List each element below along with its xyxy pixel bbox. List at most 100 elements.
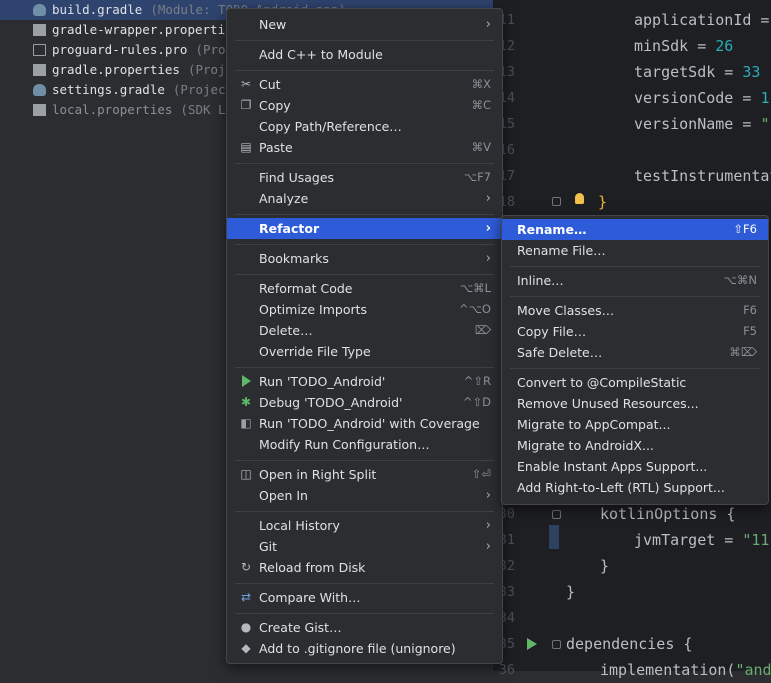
code-line: targetSdk = 33 xyxy=(634,63,761,81)
coverage-icon: ◧ xyxy=(240,416,252,430)
menu-separator xyxy=(235,163,494,164)
menu-separator xyxy=(235,367,494,368)
menu-item-open-in[interactable]: Open In › xyxy=(227,485,502,506)
menu-item-gitignore[interactable]: ◆ Add to .gitignore file (unignore) xyxy=(227,638,502,659)
menu-item-refactor[interactable]: Refactor › xyxy=(227,218,502,239)
lightbulb-icon[interactable] xyxy=(575,193,584,204)
code-line: versionName = "1 xyxy=(634,115,771,133)
tree-item-label: local.properties xyxy=(52,102,173,117)
menu-item-find-usages[interactable]: Find Usages ⌥F7 xyxy=(227,167,502,188)
clipboard-icon: ▤ xyxy=(240,140,252,154)
gradle-icon xyxy=(33,4,46,16)
code-line: dependencies { xyxy=(566,635,693,653)
fold-toggle-icon[interactable] xyxy=(552,510,561,519)
menu-item-reformat[interactable]: Reformat Code ⌥⌘L xyxy=(227,278,502,299)
code-line: implementation("andr xyxy=(600,661,771,679)
submenu-item-inline[interactable]: Inline… ⌥⌘N xyxy=(502,270,768,291)
submenu-item-convert-compilestatic[interactable]: Convert to @CompileStatic xyxy=(502,372,768,393)
menu-item-open-right-split[interactable]: ◫ Open in Right Split ⇧⏎ xyxy=(227,464,502,485)
menu-item-create-gist[interactable]: ● Create Gist… xyxy=(227,617,502,638)
submenu-item-migrate-androidx[interactable]: Migrate to AndroidX... xyxy=(502,435,768,456)
split-icon: ◫ xyxy=(240,467,252,481)
menu-item-copy-path[interactable]: Copy Path/Reference… xyxy=(227,116,502,137)
gitignore-icon: ◆ xyxy=(241,641,251,655)
properties-file-icon xyxy=(33,24,46,36)
code-line: jvmTarget = "11" xyxy=(634,531,771,549)
bug-icon: ✱ xyxy=(240,395,252,409)
chevron-right-icon: › xyxy=(485,539,491,554)
submenu-item-safe-delete[interactable]: Safe Delete… ⌘⌦ xyxy=(502,342,768,363)
tree-item-label: gradle-wrapper.properties xyxy=(52,22,241,37)
chevron-right-icon: › xyxy=(485,488,491,503)
menu-item-copy[interactable]: ❐ Copy ⌘C xyxy=(227,95,502,116)
menu-item-run[interactable]: Run 'TODO_Android' ^⇧R xyxy=(227,371,502,392)
chevron-right-icon: › xyxy=(485,221,491,236)
menu-item-paste[interactable]: ▤ Paste ⌘V xyxy=(227,137,502,158)
menu-separator xyxy=(235,214,494,215)
submenu-item-migrate-appcompat[interactable]: Migrate to AppCompat... xyxy=(502,414,768,435)
menu-item-delete[interactable]: Delete… ⌦ xyxy=(227,320,502,341)
menu-separator xyxy=(510,296,760,297)
tree-item-label: gradle.properties xyxy=(52,62,180,77)
submenu-item-remove-unused[interactable]: Remove Unused Resources... xyxy=(502,393,768,414)
change-marker xyxy=(549,525,559,549)
menu-item-override-file-type[interactable]: Override File Type xyxy=(227,341,502,362)
menu-item-compare[interactable]: ⇄ Compare With… xyxy=(227,587,502,608)
submenu-item-rtl-support[interactable]: Add Right-to-Left (RTL) Support... xyxy=(502,477,768,498)
menu-separator xyxy=(235,244,494,245)
menu-item-local-history[interactable]: Local History › xyxy=(227,515,502,536)
chevron-right-icon: › xyxy=(485,251,491,266)
code-line: } xyxy=(600,557,610,575)
submenu-item-copy-file[interactable]: Copy File… F5 xyxy=(502,321,768,342)
menu-item-new[interactable]: New › xyxy=(227,14,502,35)
menu-separator xyxy=(235,511,494,512)
text-file-icon xyxy=(33,44,46,56)
menu-item-optimize-imports[interactable]: Optimize Imports ^⌥O xyxy=(227,299,502,320)
menu-separator xyxy=(235,460,494,461)
submenu-item-move-classes[interactable]: Move Classes… F6 xyxy=(502,300,768,321)
reload-icon: ↻ xyxy=(240,560,252,574)
menu-separator xyxy=(510,266,760,267)
tree-item-label: proguard-rules.pro xyxy=(52,42,188,57)
code-line: minSdk = 26 xyxy=(634,37,734,55)
menu-item-reload[interactable]: ↻ Reload from Disk xyxy=(227,557,502,578)
submenu-item-rename[interactable]: Rename… ⇧F6 xyxy=(502,219,768,240)
chevron-right-icon: › xyxy=(485,518,491,533)
menu-item-debug[interactable]: ✱ Debug 'TODO_Android' ^⇧D xyxy=(227,392,502,413)
chevron-right-icon: › xyxy=(485,17,491,32)
code-line: applicationId = " xyxy=(634,11,771,29)
fold-toggle-icon[interactable] xyxy=(552,640,561,649)
run-gutter-icon[interactable] xyxy=(527,638,537,650)
github-icon: ● xyxy=(240,620,252,634)
submenu-item-rename-file[interactable]: Rename File… xyxy=(502,240,768,261)
properties-file-icon xyxy=(33,104,46,116)
menu-item-modify-run-config[interactable]: Modify Run Configuration… xyxy=(227,434,502,455)
compare-icon: ⇄ xyxy=(240,590,252,604)
code-line: testInstrumentat xyxy=(634,167,771,185)
menu-separator xyxy=(235,70,494,71)
menu-item-analyze[interactable]: Analyze › xyxy=(227,188,502,209)
copy-icon: ❐ xyxy=(240,98,252,112)
code-line: versionCode = 1 xyxy=(634,89,770,107)
menu-item-cut[interactable]: ✂ Cut ⌘X xyxy=(227,74,502,95)
refactor-submenu: Rename… ⇧F6 Rename File… Inline… ⌥⌘N Move … xyxy=(501,215,769,505)
properties-file-icon xyxy=(33,64,46,76)
menu-separator xyxy=(235,40,494,41)
code-line: } xyxy=(598,193,608,211)
chevron-right-icon: › xyxy=(485,191,491,206)
menu-item-bookmarks[interactable]: Bookmarks › xyxy=(227,248,502,269)
tree-item-label: build.gradle xyxy=(52,2,143,17)
menu-separator xyxy=(235,613,494,614)
scissors-icon: ✂ xyxy=(240,77,252,91)
submenu-item-instant-apps[interactable]: Enable Instant Apps Support... xyxy=(502,456,768,477)
menu-separator xyxy=(510,368,760,369)
code-line: } xyxy=(566,583,576,601)
fold-toggle-icon[interactable] xyxy=(552,197,561,206)
menu-item-add-cpp[interactable]: Add C++ to Module xyxy=(227,44,502,65)
gradle-icon xyxy=(33,84,46,96)
tree-item-label: settings.gradle xyxy=(52,82,165,97)
menu-item-git[interactable]: Git › xyxy=(227,536,502,557)
run-icon xyxy=(242,375,251,387)
menu-item-run-coverage[interactable]: ◧ Run 'TODO_Android' with Coverage xyxy=(227,413,502,434)
menu-separator xyxy=(235,274,494,275)
